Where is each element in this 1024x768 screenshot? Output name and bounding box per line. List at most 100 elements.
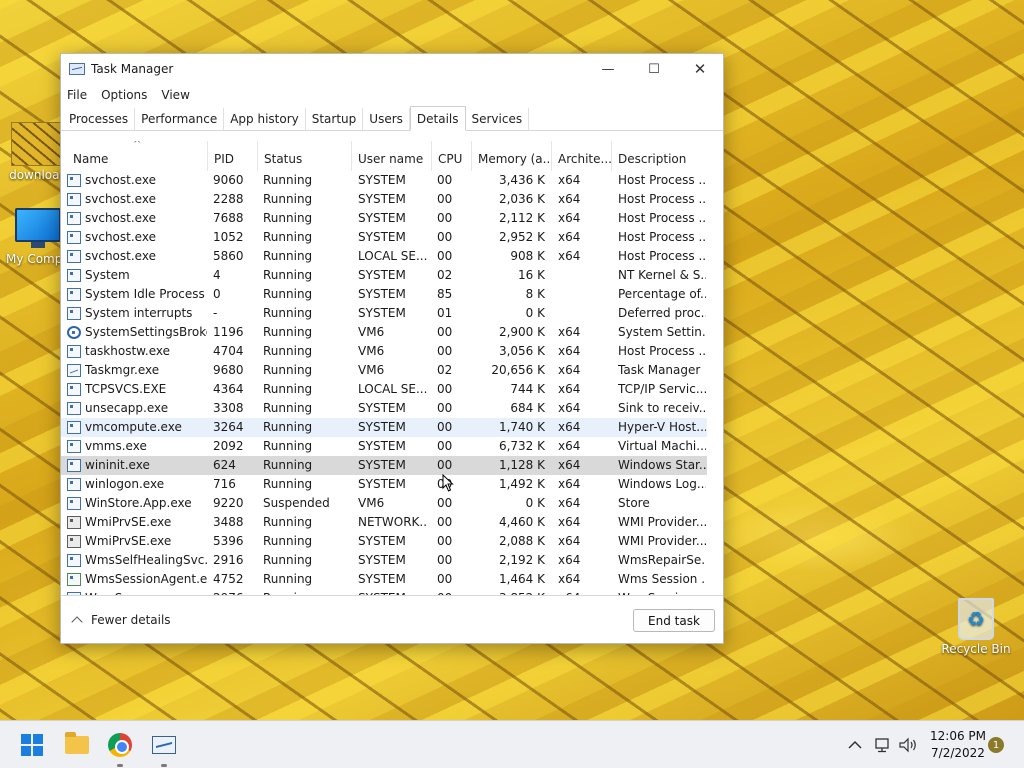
tab-processes[interactable]: Processes [63, 108, 136, 130]
table-row[interactable]: wininit.exe 624 Running SYSTEM 00 1,128 K x64 W… [61, 456, 707, 475]
cell-cpu: 00 [437, 458, 453, 472]
tab-users[interactable]: Users [363, 108, 410, 130]
table-row[interactable]: svchost.exe 9060 Running SYSTEM 00 3,436 K x64… [61, 171, 707, 190]
cell-name: System Idle Process [85, 287, 205, 301]
table-row[interactable]: System 4 Running SYSTEM 02 16 K NT Kernel & S.… [61, 266, 707, 285]
cell-pid: 2092 [213, 439, 244, 453]
table-row[interactable]: WmiPrvSE.exe 5396 Running SYSTEM 00 2,088 K x6… [61, 532, 707, 551]
cell-user: SYSTEM [358, 572, 406, 586]
title-bar[interactable]: Task Manager — ☐ ✕ [61, 54, 723, 84]
cell-desc: Host Process ... [618, 344, 706, 358]
tab-services[interactable]: Services [466, 108, 530, 130]
fewer-details-button[interactable]: Fewer details [71, 613, 171, 628]
table-row[interactable]: Taskmgr.exe 9680 Running VM6 02 20,656 K x64 Ta… [61, 361, 707, 380]
volume-icon[interactable] [898, 736, 918, 754]
maximize-button[interactable]: ☐ [631, 54, 677, 84]
cell-desc: Virtual Machi... [618, 439, 706, 453]
cell-arch: x64 [558, 420, 581, 434]
cell-mem: 16 K [518, 268, 545, 282]
minimize-button[interactable]: — [585, 54, 631, 84]
tab-details[interactable]: Details [409, 106, 466, 131]
cell-pid: 9680 [213, 363, 244, 377]
cell-pid: 7688 [213, 211, 244, 225]
menu-file[interactable]: File [67, 88, 87, 102]
table-row[interactable]: svchost.exe 7688 Running SYSTEM 00 2,112 K x64… [61, 209, 707, 228]
cell-cpu: 00 [437, 534, 453, 548]
cell-status: Running [263, 173, 313, 187]
cell-pid: 1052 [213, 230, 244, 244]
process-icon [67, 592, 81, 595]
table-body: svchost.exe 9060 Running SYSTEM 00 3,436 K x64… [61, 171, 707, 595]
running-indicator [161, 764, 167, 767]
table-row[interactable]: TCPSVCS.EXE 4364 Running LOCAL SE... 00 744 K… [61, 380, 707, 399]
cell-status: Running [263, 382, 313, 396]
table-row[interactable]: taskhostw.exe 4704 Running VM6 00 3,056 K x64 H… [61, 342, 707, 361]
table-row[interactable]: svchost.exe 5860 Running LOCAL SE... 00 908 K… [61, 247, 707, 266]
column-header-status[interactable]: Status [257, 141, 351, 171]
tab-app-history[interactable]: App history [224, 108, 306, 130]
clock[interactable]: 12:06 PM 7/2/2022 [930, 728, 986, 762]
cell-status: Running [263, 553, 313, 567]
table-row[interactable]: WmsSelfHealingSvc.... 2916 Running SYSTEM 00… [61, 551, 707, 570]
cell-name: System [85, 268, 130, 282]
chrome-button[interactable] [104, 729, 136, 767]
table-row[interactable]: vmms.exe 2092 Running SYSTEM 00 6,732 K x64 Vir… [61, 437, 707, 456]
cell-mem: 1,464 K [498, 572, 545, 586]
chevron-up-tray-icon[interactable] [848, 739, 862, 751]
cell-mem: 0 K [525, 306, 545, 320]
task-manager-icon [67, 364, 81, 377]
table-row[interactable]: System interrupts - Running SYSTEM 01 0 K Defe… [61, 304, 707, 323]
cell-desc: WMI Provider... [618, 515, 706, 529]
cell-arch: x64 [558, 477, 581, 491]
column-header-pid[interactable]: PID [207, 141, 257, 171]
file-explorer-button[interactable] [61, 729, 93, 761]
table-row[interactable]: svchost.exe 2288 Running SYSTEM 00 2,036 K x64… [61, 190, 707, 209]
tab-performance[interactable]: Performance [135, 108, 225, 130]
table-row[interactable]: WmiPrvSE.exe 3488 Running NETWORK... 00 4,460… [61, 513, 707, 532]
column-header-name[interactable]: Name ^ [67, 141, 207, 171]
cell-desc: Percentage of... [618, 287, 706, 301]
process-icon [67, 174, 81, 187]
cell-status: Running [263, 192, 313, 206]
tab-startup[interactable]: Startup [306, 108, 364, 130]
end-task-button[interactable]: End task [633, 609, 715, 632]
task-manager-taskbar-button[interactable] [148, 729, 180, 767]
table-row[interactable]: winlogon.exe716RunningSYSTEM001,492 Kx64… [61, 475, 707, 494]
table-row[interactable]: WmsSessionAgent.exe 4752 Running SYSTEM 00 1,… [61, 570, 707, 589]
cell-mem: 2,112 K [498, 211, 545, 225]
cell-arch [558, 266, 608, 285]
column-header-description[interactable]: Description [611, 141, 707, 171]
start-button[interactable] [16, 729, 48, 761]
cell-cpu: 00 [437, 496, 453, 510]
table-row[interactable]: SystemSettingsBroke... 1196 Running VM6 00 2,… [61, 323, 707, 342]
table-row[interactable]: System Idle Process 0 Running SYSTEM 85 8 K Pe… [61, 285, 707, 304]
menu-options[interactable]: Options [101, 88, 147, 102]
menu-view[interactable]: View [161, 88, 189, 102]
table-row[interactable]: svchost.exe 1052 Running SYSTEM 00 2,952 K x64… [61, 228, 707, 247]
cell-pid: 9220 [213, 496, 244, 510]
column-header-architecture[interactable]: Archite... [551, 141, 611, 171]
notification-badge[interactable]: 1 [988, 737, 1004, 753]
process-icon [67, 440, 81, 453]
network-icon[interactable] [874, 736, 892, 754]
table-row[interactable]: WmsSvc.exe 2976 Running SYSTEM 00 3,852 K x64 W… [61, 589, 707, 595]
close-button[interactable]: ✕ [677, 54, 723, 84]
computer-icon [15, 208, 61, 248]
table-row[interactable]: WinStore.App.exe 9220 Suspended VM6 00 0 K x64… [61, 494, 707, 513]
cell-desc: Wms Session ... [618, 572, 706, 586]
folder-icon [65, 732, 89, 754]
cell-arch: x64 [558, 515, 581, 529]
column-header-memory[interactable]: Memory (a... [471, 141, 551, 171]
desktop-icon-recycle-bin[interactable]: ♻ Recycle Bin [936, 598, 1016, 656]
column-header-user-name[interactable]: User name [351, 141, 431, 171]
cell-cpu: 00 [437, 401, 453, 415]
cell-name: WmiPrvSE.exe [85, 534, 172, 548]
column-header-cpu[interactable]: CPU [431, 141, 471, 171]
cell-pid: 4752 [213, 572, 244, 586]
cell-cpu: 00 [437, 553, 453, 567]
cell-arch: x64 [558, 496, 581, 510]
cell-user: SYSTEM [358, 439, 406, 453]
table-row[interactable]: unsecapp.exe 3308 Running SYSTEM 00 684 K x64 S… [61, 399, 707, 418]
table-row[interactable]: vmcompute.exe 3264 Running SYSTEM 00 1,740 K x… [61, 418, 707, 437]
process-icon [67, 459, 81, 472]
